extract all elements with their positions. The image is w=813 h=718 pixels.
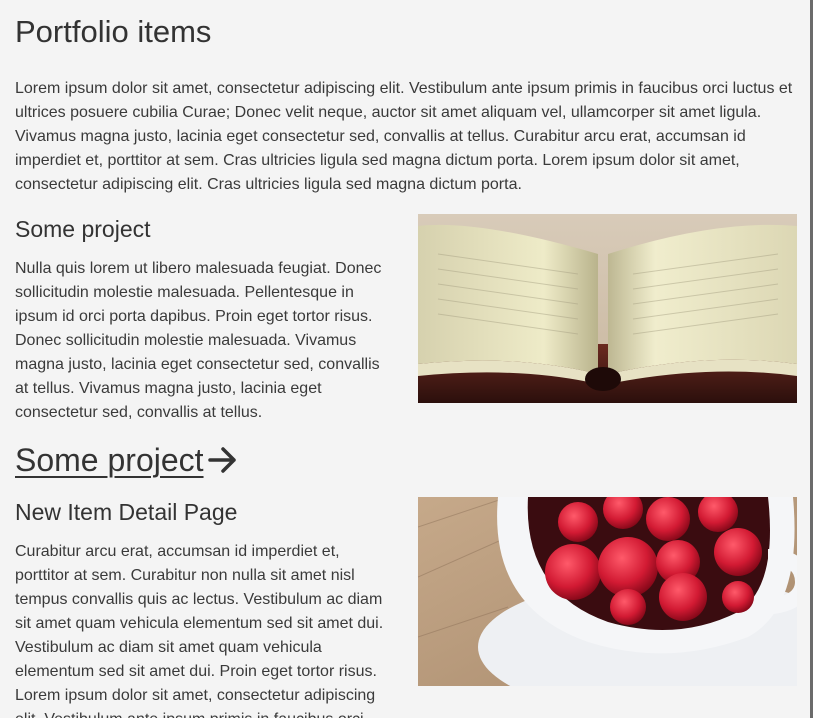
raspberries-cup-photo — [418, 497, 797, 686]
item-description: Curabitur arcu erat, accumsan id imperdi… — [15, 543, 384, 718]
raspberries-image — [418, 497, 797, 686]
item-heading: Some project — [15, 216, 151, 242]
item-description: Nulla quis lorem ut libero malesuada feu… — [15, 260, 382, 421]
page-title: Portfolio items — [15, 14, 212, 49]
some-project-link[interactable]: Some project — [15, 440, 238, 480]
portfolio-item: New Item Detail Page Curabitur arcu erat… — [15, 497, 797, 718]
intro-paragraph: Lorem ipsum dolor sit amet, consectetur … — [15, 80, 793, 193]
open-book-image — [418, 214, 797, 403]
project-link-row: Some project — [15, 440, 797, 480]
item-heading: New Item Detail Page — [15, 499, 238, 525]
portfolio-item: Some project Nulla quis lorem ut libero … — [15, 214, 797, 425]
portfolio-item-text: New Item Detail Page Curabitur arcu erat… — [15, 497, 395, 718]
open-book-photo — [418, 214, 797, 403]
arrow-right-icon — [207, 447, 236, 473]
portfolio-item-text: Some project Nulla quis lorem ut libero … — [15, 214, 395, 425]
project-link-label: Some project — [15, 442, 204, 478]
portfolio-page: Portfolio items Lorem ipsum dolor sit am… — [15, 0, 797, 718]
